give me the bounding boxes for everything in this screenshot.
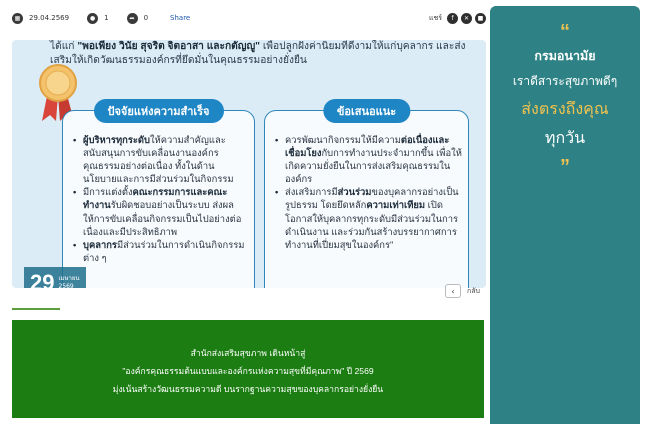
section-divider: [12, 308, 60, 310]
quote-close-icon: ”: [560, 156, 570, 178]
badge-month: เมษายน: [58, 275, 80, 282]
success-factors-heading: ปัจจัยแห่งความสำเร็จ: [93, 99, 224, 123]
recommendations-heading: ข้อเสนอแนะ: [322, 99, 411, 123]
slogan-line-1: เราดีสาระสุขภาพดีๆ: [512, 74, 618, 88]
post-date: 29.04.2569: [29, 14, 70, 22]
item-bold: ส่วนร่วม: [337, 186, 372, 198]
title-bold: "พอเพียง วินัย สุจริต จิตอาสา และกตัญญู": [77, 41, 260, 52]
slogan-line-3: ทุกวัน: [544, 130, 586, 147]
recommendations-panel: ข้อเสนอแนะ ควรพัฒนากิจกรรมให้มีความต่อเน…: [264, 99, 469, 288]
item-bold: บุคลากร: [83, 238, 117, 250]
line-icon[interactable]: ■: [475, 12, 486, 24]
calendar-icon: ▦: [12, 12, 23, 24]
list-item: ผู้บริหารทุกระดับให้ความสำคัญและสนับสนุน…: [73, 133, 248, 185]
banner-line-3: มุ่งเน้นสร้างวัฒนธรรมความดี บนรากฐานความ…: [112, 384, 384, 394]
headline-banner[interactable]: สำนักส่งเสริมสุขภาพ เดินหน้าสู่ "องค์กรค…: [12, 320, 484, 418]
list-item: บุคลากรมีส่วนร่วมในการดำเนินกิจกรรมต่าง …: [73, 238, 248, 264]
share-count: 0: [143, 14, 149, 22]
post-meta-bar: ▦ 29.04.2569 ● 1 ➦ 0 Share แชร์ f ✕ ■: [12, 8, 486, 28]
list-item: มีการแต่งตั้งคณะกรรมการและคณะทำงานรับผิด…: [73, 185, 248, 237]
item-bold: ผู้บริหารทุกระดับ: [83, 134, 150, 145]
badge-year: 2569: [58, 283, 74, 288]
side-promo-panel: “ กรมอนามัย เราดีสาระสุขภาพดีๆ ส่งตรงถึง…: [490, 6, 640, 424]
share-arrow-icon[interactable]: ➦: [126, 12, 138, 24]
share-link[interactable]: Share: [170, 14, 190, 22]
date-badge: 29 เมษายน 2569: [24, 267, 86, 288]
item-pre: ส่งเสริมการมี: [285, 186, 338, 198]
comment-icon[interactable]: ●: [87, 12, 99, 24]
item-bold: ความเท่าเทียม: [366, 199, 426, 211]
quote-open-icon: “: [560, 21, 570, 43]
badge-month-year: เมษายน 2569: [58, 275, 79, 288]
share-right-label: แชร์: [428, 13, 442, 22]
banner-line-2: "องค์กรคุณธรรมต้นแบบและองค์กรแห่งความสุข…: [122, 366, 374, 376]
share-buttons: แชร์ f ✕ ■: [428, 12, 486, 24]
facebook-icon[interactable]: f: [447, 12, 458, 24]
item-pre: ควรพัฒนากิจกรรมให้มีความ: [285, 134, 401, 145]
chevron-left-icon[interactable]: ‹: [445, 284, 461, 298]
badge-day: 29: [30, 270, 55, 288]
list-item: ควรพัฒนากิจกรรมให้มีความต่อเนื่องและเชื่…: [275, 133, 462, 185]
infographic-title: ได้แก่ "พอเพียง วินัย สุจริต จิตอาสา และ…: [50, 40, 470, 68]
infographic-image: ได้แก่ "พอเพียง วินัย สุจริต จิตอาสา และ…: [12, 40, 486, 288]
slogan-line-2: ส่งตรงถึงคุณ: [521, 101, 609, 118]
org-name: กรมอนามัย: [534, 49, 596, 63]
back-link[interactable]: กลับ: [467, 286, 480, 297]
banner-line-1: สำนักส่งเสริมสุขภาพ เดินหน้าสู่: [190, 348, 306, 358]
success-factors-panel: ปัจจัยแห่งความสำเร็จ ผู้บริหารทุกระดับให…: [62, 99, 255, 288]
title-prefix: ได้แก่: [50, 41, 78, 52]
slider-nav: ‹ กลับ: [445, 284, 480, 298]
item-pre: มีการแต่งตั้ง: [83, 186, 133, 198]
x-icon[interactable]: ✕: [461, 12, 472, 24]
list-item: ส่งเสริมการมีส่วนร่วมของบุคลากรอย่างเป็น…: [275, 185, 462, 250]
comment-count: 1: [104, 14, 109, 22]
